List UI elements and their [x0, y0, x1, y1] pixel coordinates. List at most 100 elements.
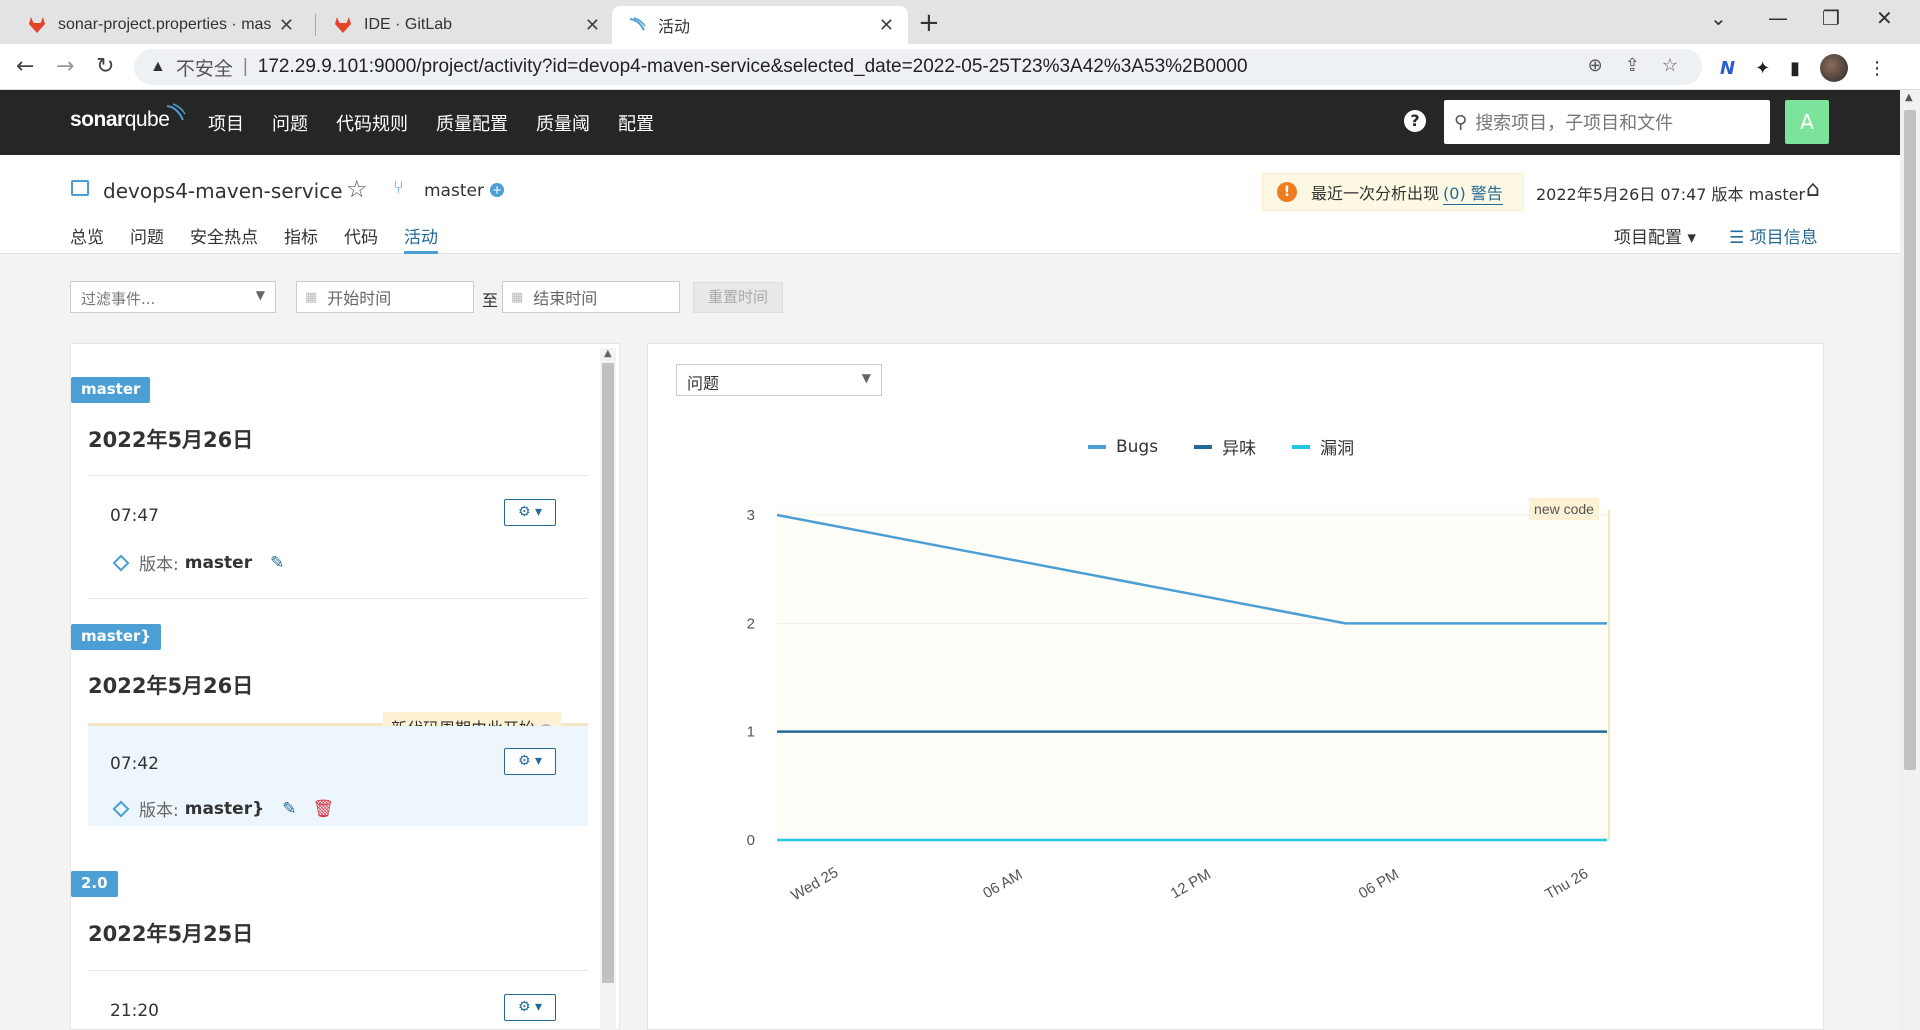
logo-text-sub: qube: [124, 108, 170, 131]
gear-icon: ⚙: [517, 753, 531, 769]
branch-icon: ⑂: [393, 177, 404, 198]
minimize-icon[interactable]: —: [1768, 6, 1788, 30]
side-panel-icon[interactable]: ▮: [1790, 58, 1800, 79]
end-date-input[interactable]: ▦ 结束时间: [502, 281, 680, 313]
last-analysis-meta: 2022年5月26日 07:47 版本 master: [1536, 185, 1806, 204]
scroll-up-icon[interactable]: ▲: [1905, 92, 1913, 103]
user-avatar[interactable]: A: [1785, 100, 1829, 144]
share-icon[interactable]: ⇪: [1625, 55, 1640, 76]
version-badge: master: [71, 377, 151, 403]
extension-n-icon[interactable]: N: [1720, 58, 1735, 79]
insecure-label[interactable]: 不安全: [176, 54, 233, 81]
chart-legend: Bugs 异味 漏洞: [1088, 434, 1354, 459]
global-search-input[interactable]: ⚲ 搜索项目，子项目和文件: [1444, 100, 1770, 144]
page-scrollbar[interactable]: ▲: [1900, 90, 1920, 1030]
menu-projects[interactable]: 项目: [208, 110, 244, 136]
edit-pencil-icon[interactable]: ✎: [282, 799, 296, 819]
menu-issues[interactable]: 问题: [272, 110, 308, 136]
caret-down-icon: ▼: [255, 288, 265, 302]
legend-item-bugs[interactable]: Bugs: [1088, 434, 1158, 459]
edit-pencil-icon[interactable]: ✎: [270, 553, 284, 573]
divider: |: [242, 56, 248, 77]
caret-down-icon: ▾: [534, 753, 543, 769]
start-date-input[interactable]: ▦ 开始时间: [296, 281, 474, 313]
puzzle-extensions-icon[interactable]: ✦: [1755, 58, 1770, 79]
analysis-actions-button[interactable]: ⚙ ▾: [504, 499, 556, 526]
legend-label: 异味: [1222, 439, 1257, 459]
tab-overview[interactable]: 总览: [70, 223, 104, 254]
browser-tab-gitlab-ide[interactable]: IDE · GitLab ✕: [318, 6, 614, 44]
new-tab-button[interactable]: +: [918, 8, 940, 38]
scrollbar-thumb[interactable]: [602, 363, 614, 983]
event-filter-select[interactable]: 过滤事件... ▼: [70, 281, 276, 313]
menu-quality-gates[interactable]: 质量阈: [536, 110, 590, 136]
legend-item-code-smells[interactable]: 异味: [1194, 434, 1256, 459]
analysis-actions-button[interactable]: ⚙ ▾: [504, 994, 556, 1021]
menu-rules[interactable]: 代码规则: [336, 110, 408, 136]
analysis-warning: ! 最近一次分析出现 (0) 警告: [1262, 173, 1524, 211]
address-bar[interactable]: ▲ 不安全 | 172.29.9.101:9000/project/activi…: [134, 49, 1702, 85]
browser-menu-icon[interactable]: ⋮: [1868, 58, 1886, 79]
y-tick-label: 3: [747, 507, 755, 524]
url-text[interactable]: 172.29.9.101:9000/project/activity?id=de…: [258, 56, 1248, 78]
reload-icon[interactable]: ↻: [96, 54, 114, 79]
search-icon: ⚲: [1454, 111, 1468, 133]
version-label: 版本:: [139, 801, 179, 821]
project-info-link[interactable]: ☰ 项目信息: [1729, 223, 1818, 248]
delete-trash-icon[interactable]: 🗑: [312, 799, 334, 819]
tab-search-icon[interactable]: ⌄: [1710, 6, 1727, 30]
start-date-placeholder: 开始时间: [327, 289, 392, 308]
gear-icon: ⚙: [517, 504, 531, 520]
event-filter-value: 过滤事件...: [81, 290, 156, 308]
legend-label: 漏洞: [1320, 439, 1355, 459]
scroll-up-icon[interactable]: ▲: [604, 348, 612, 359]
browser-tab-sonar-properties[interactable]: sonar-project.properties · mas ✕: [12, 6, 308, 44]
close-window-icon[interactable]: ✕: [1876, 6, 1893, 30]
exclamation-icon: !: [1277, 182, 1297, 202]
analysis-actions-button[interactable]: ⚙ ▾: [504, 748, 556, 775]
reset-dates-button[interactable]: 重置时间: [693, 282, 783, 313]
tab-issues[interactable]: 问题: [130, 223, 164, 254]
menu-administration[interactable]: 配置: [618, 110, 654, 136]
tab-code[interactable]: 代码: [344, 223, 378, 254]
zoom-icon[interactable]: ⊕: [1588, 55, 1603, 76]
home-icon[interactable]: ⌂: [1806, 177, 1820, 202]
activity-scrollbar[interactable]: ▲: [600, 348, 616, 1030]
legend-swatch: [1088, 444, 1106, 449]
sonarqube-logo[interactable]: sonarqube: [70, 103, 187, 132]
analysis-time: 07:47: [110, 506, 159, 526]
tab-activity[interactable]: 活动: [404, 223, 438, 254]
browser-tab-activity[interactable]: 活动 ✕: [612, 6, 908, 44]
project-settings-dropdown[interactable]: 项目配置 ▾: [1614, 223, 1696, 248]
restore-icon[interactable]: ❐: [1822, 6, 1840, 30]
menu-quality-profiles[interactable]: 质量配置: [436, 110, 508, 136]
close-tab-icon[interactable]: ✕: [279, 15, 294, 36]
branch-name[interactable]: master: [424, 181, 484, 201]
legend-item-vulnerabilities[interactable]: 漏洞: [1292, 434, 1354, 459]
omnibox-actions: ⊕ ⇪ ☆: [1588, 55, 1678, 76]
graph-type-select[interactable]: 问题 ▼: [676, 364, 882, 396]
back-icon[interactable]: ←: [16, 54, 34, 79]
warnings-link[interactable]: (0) 警告: [1443, 180, 1503, 205]
new-code-area: [777, 510, 1617, 840]
y-tick-label: 2: [747, 615, 755, 632]
tab-measures[interactable]: 指标: [284, 223, 318, 254]
sonarqube-navbar: sonarqube 项目 问题 代码规则 质量配置 质量阈 配置 ? ⚲ 搜索项…: [0, 90, 1900, 155]
profile-avatar[interactable]: [1820, 54, 1849, 82]
sonarqube-icon: [626, 14, 648, 36]
project-name[interactable]: devops4-maven-service: [103, 179, 343, 203]
warning-triangle-icon[interactable]: ▲: [150, 58, 166, 76]
date-range-separator: 至: [482, 291, 499, 310]
forward-icon[interactable]: →: [56, 54, 74, 79]
activity-line-chart[interactable]: new code0123Wed 25 06 AM 12 PM 06 PM Thu 26: [647, 470, 1824, 1030]
diamond-icon: [112, 554, 130, 571]
bookmark-star-icon[interactable]: ☆: [1662, 55, 1678, 76]
scrollbar-thumb[interactable]: [1904, 110, 1916, 770]
favorite-star-icon[interactable]: ☆: [346, 175, 368, 203]
branch-plus-icon[interactable]: +: [490, 183, 504, 197]
extension-area: N ✦ ▮ ⋮: [1720, 54, 1886, 82]
help-icon[interactable]: ?: [1404, 110, 1426, 132]
tab-security-hotspots[interactable]: 安全热点: [190, 223, 258, 254]
close-tab-icon[interactable]: ✕: [879, 15, 894, 36]
close-tab-icon[interactable]: ✕: [585, 15, 600, 36]
